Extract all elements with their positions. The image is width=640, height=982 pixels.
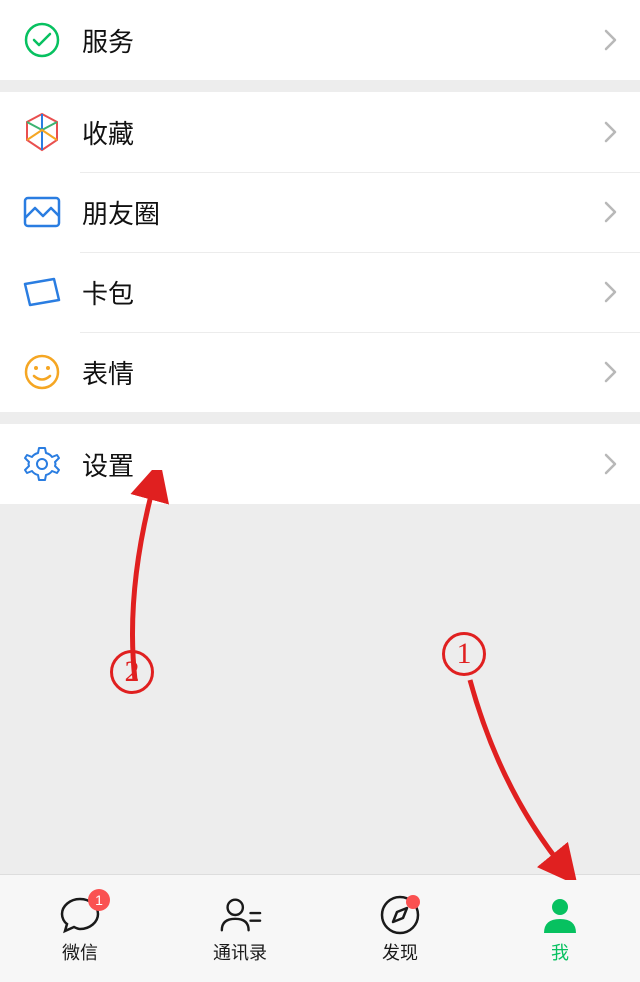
tab-label: 微信 — [62, 939, 98, 965]
section-main: 收藏 朋友圈 卡包 — [0, 92, 640, 412]
moments-icon — [22, 192, 62, 232]
settings-icon — [22, 444, 62, 484]
row-label: 朋友圈 — [82, 194, 604, 231]
chevron-right-icon — [604, 29, 618, 51]
section-service: 服务 — [0, 0, 640, 80]
stickers-icon — [22, 352, 62, 392]
cards-icon — [22, 272, 62, 312]
tab-contacts[interactable]: 通讯录 — [160, 875, 320, 982]
section-settings: 设置 — [0, 424, 640, 504]
badge-count: 1 — [88, 889, 110, 911]
row-label: 服务 — [82, 22, 604, 59]
badge-dot — [406, 895, 420, 909]
row-label: 卡包 — [82, 274, 604, 311]
favorites-icon — [22, 112, 62, 152]
row-label: 表情 — [82, 354, 604, 391]
chevron-right-icon — [604, 281, 618, 303]
tabbar: 1 微信 通讯录 发现 — [0, 874, 640, 982]
annotation-number-1: 1 — [442, 632, 486, 676]
row-settings[interactable]: 设置 — [0, 424, 640, 504]
tab-chat[interactable]: 1 微信 — [0, 875, 160, 982]
me-icon — [538, 893, 582, 937]
discover-icon — [378, 893, 422, 937]
row-label: 收藏 — [82, 114, 604, 151]
row-favorites[interactable]: 收藏 — [0, 92, 640, 172]
chevron-right-icon — [604, 361, 618, 383]
row-moments[interactable]: 朋友圈 — [0, 172, 640, 252]
contacts-icon — [218, 893, 262, 937]
row-label: 设置 — [82, 446, 604, 483]
chevron-right-icon — [604, 453, 618, 475]
chevron-right-icon — [604, 201, 618, 223]
chat-icon: 1 — [58, 893, 102, 937]
row-service[interactable]: 服务 — [0, 0, 640, 80]
annotation-number-2: 2 — [110, 650, 154, 694]
tab-label: 发现 — [382, 939, 418, 965]
row-stickers[interactable]: 表情 — [0, 332, 640, 412]
tab-me[interactable]: 我 — [480, 875, 640, 982]
tab-label: 我 — [551, 939, 569, 965]
annotation-arrow-1 — [460, 670, 580, 880]
service-icon — [22, 20, 62, 60]
chevron-right-icon — [604, 121, 618, 143]
tab-label: 通讯录 — [213, 939, 267, 965]
row-cards[interactable]: 卡包 — [0, 252, 640, 332]
tab-discover[interactable]: 发现 — [320, 875, 480, 982]
